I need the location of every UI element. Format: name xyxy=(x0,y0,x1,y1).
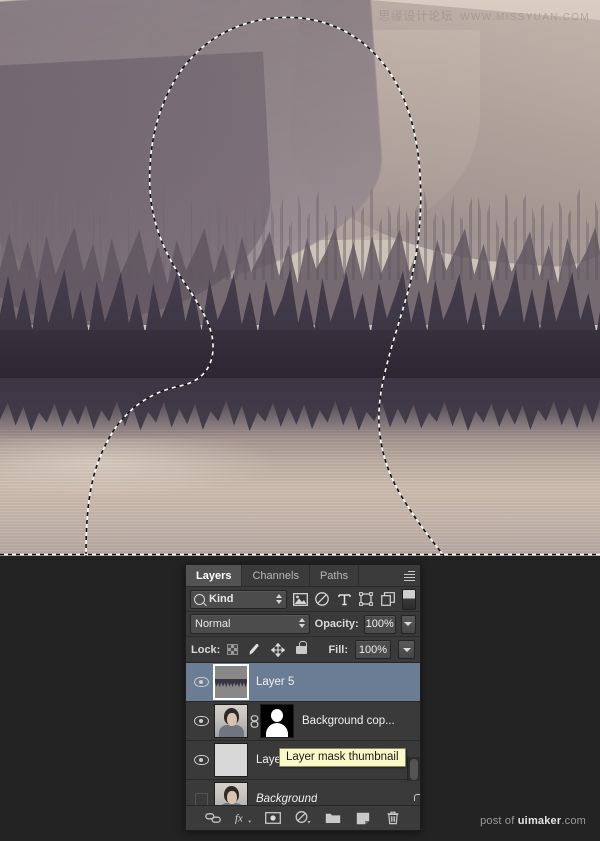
layers-panel[interactable]: Layers Channels Paths Kind Normal Opacit… xyxy=(185,564,421,831)
filter-kind-label: Kind xyxy=(209,593,234,605)
panel-menu-button[interactable] xyxy=(398,565,420,586)
fill-label: Fill: xyxy=(328,643,348,656)
layer-thumbnail[interactable] xyxy=(214,782,248,805)
new-adjustment-layer-icon[interactable] xyxy=(295,810,311,826)
layer-name[interactable]: Background xyxy=(256,793,317,805)
filter-enable-toggle[interactable] xyxy=(401,588,416,610)
credit-prefix: post of xyxy=(480,815,518,827)
layer-visibility-toggle[interactable] xyxy=(188,755,214,765)
chevron-updown-icon xyxy=(298,618,306,628)
eye-icon xyxy=(193,677,209,687)
watermark: 思缘设计论坛 WWW.MISSYUAN.COM xyxy=(378,7,590,24)
delete-layer-icon[interactable] xyxy=(385,810,401,826)
smart-object-filter-icon[interactable] xyxy=(380,591,397,608)
layer-list-scrollbar[interactable] xyxy=(407,757,420,781)
lock-position-icon[interactable] xyxy=(269,641,286,658)
tab-layers[interactable]: Layers xyxy=(186,565,243,586)
tooltip: Layer mask thumbnail xyxy=(279,748,406,767)
credit-brand: uimaker xyxy=(517,815,562,827)
eye-icon xyxy=(193,716,209,726)
lock-image-pixels-icon[interactable] xyxy=(245,641,262,658)
opacity-value[interactable]: 100% xyxy=(363,614,396,634)
add-layer-mask-icon[interactable] xyxy=(265,810,281,826)
blend-mode-dropdown[interactable]: Normal xyxy=(190,614,310,634)
tab-channels[interactable]: Channels xyxy=(242,565,310,586)
layer-name[interactable]: Background cop... xyxy=(302,715,395,727)
layer-list[interactable]: Layer 5 Background cop... Laye Backgroun… xyxy=(186,663,420,805)
layer-filter-row: Kind xyxy=(186,587,420,612)
tab-paths[interactable]: Paths xyxy=(309,565,360,586)
filter-kind-dropdown[interactable]: Kind xyxy=(190,589,287,609)
fill-slider-button[interactable] xyxy=(398,640,415,659)
chevron-updown-icon xyxy=(275,593,283,604)
layer-thumbnail[interactable] xyxy=(214,743,248,777)
panel-tab-bar: Layers Channels Paths xyxy=(186,565,420,587)
layer-visibility-toggle[interactable] xyxy=(188,792,214,805)
layer-mask-thumbnail[interactable] xyxy=(260,704,294,738)
tab-bar-filler xyxy=(359,565,398,586)
lock-all-icon[interactable] xyxy=(293,640,310,658)
far-shoreline xyxy=(0,330,600,380)
eye-off-icon xyxy=(194,792,208,805)
type-layer-filter-icon[interactable] xyxy=(336,591,353,608)
blend-mode-row: Normal Opacity: 100% xyxy=(186,612,420,637)
link-layers-icon[interactable] xyxy=(205,810,221,826)
new-group-icon[interactable] xyxy=(325,810,341,826)
shape-layer-filter-icon[interactable] xyxy=(358,591,375,608)
search-icon xyxy=(194,593,205,605)
layer-thumbnail[interactable] xyxy=(214,704,248,738)
layer-visibility-toggle[interactable] xyxy=(188,716,214,726)
pixel-layer-filter-icon[interactable] xyxy=(292,591,309,608)
image-canvas[interactable]: 思缘设计论坛 WWW.MISSYUAN.COM xyxy=(0,0,600,556)
credit-suffix: .com xyxy=(561,815,586,827)
layer-name[interactable]: Laye xyxy=(256,754,281,766)
watermark-url: WWW.MISSYUAN.COM xyxy=(460,12,590,23)
scrollbar-thumb[interactable] xyxy=(410,759,418,780)
credit-text: post of uimaker.com xyxy=(480,815,586,827)
layer-thumbnail[interactable] xyxy=(213,664,249,700)
layer-row[interactable]: Background cop... xyxy=(186,702,420,741)
adjustment-layer-filter-icon[interactable] xyxy=(314,591,331,608)
eye-icon xyxy=(193,755,209,765)
lock-label: Lock: xyxy=(191,643,221,656)
panel-menu-icon xyxy=(403,569,415,583)
fill-value[interactable]: 100% xyxy=(355,640,391,659)
lock-transparent-pixels-icon[interactable] xyxy=(227,644,239,655)
lock-row: Lock: Fill: 100% xyxy=(186,637,420,663)
layer-visibility-toggle[interactable] xyxy=(188,677,214,687)
mask-link-icon[interactable] xyxy=(248,714,260,728)
layer-name[interactable]: Layer 5 xyxy=(256,676,294,688)
svg-text:fx: fx xyxy=(235,814,243,825)
watermark-chinese: 思缘设计论坛 xyxy=(378,9,454,23)
opacity-label: Opacity: xyxy=(314,618,359,630)
layer-row[interactable]: Layer 5 xyxy=(186,663,420,702)
new-layer-icon[interactable] xyxy=(355,810,371,826)
layer-row[interactable]: Background xyxy=(186,780,420,805)
blend-mode-value: Normal xyxy=(195,618,231,630)
water-highlight xyxy=(0,438,280,498)
opacity-slider-button[interactable] xyxy=(400,614,416,634)
layers-panel-footer: fx xyxy=(186,805,420,830)
layer-style-fx-icon[interactable]: fx xyxy=(235,810,251,826)
